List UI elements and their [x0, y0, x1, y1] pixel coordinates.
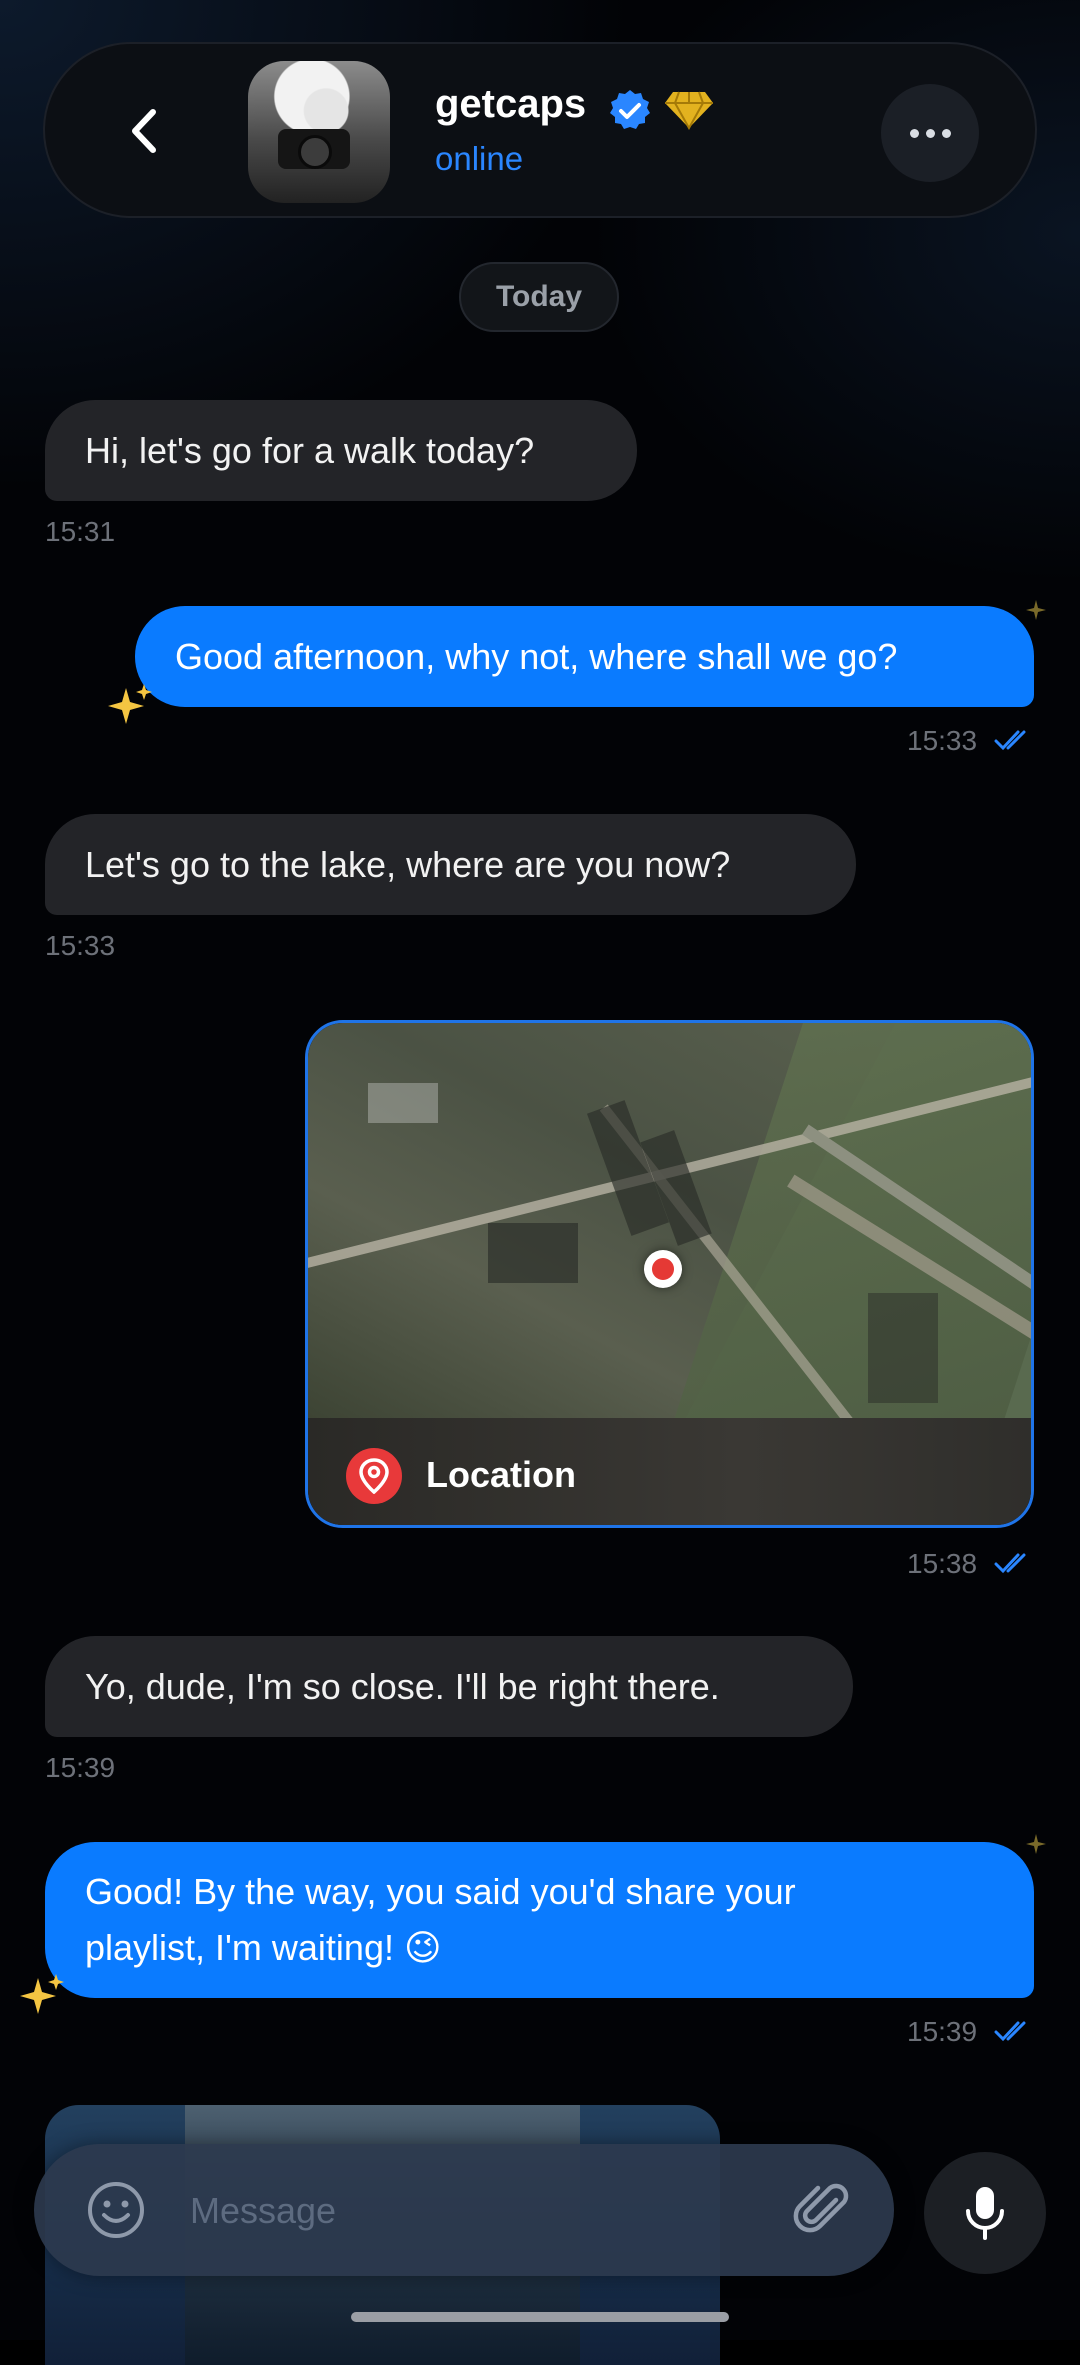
verified-badge-icon — [610, 90, 650, 129]
microphone-button[interactable] — [924, 2152, 1046, 2274]
contact-name[interactable]: getcaps — [435, 82, 586, 127]
message-composer — [34, 2144, 894, 2276]
message-text: Hi, let's go for a walk today? — [85, 429, 535, 471]
read-ticks-icon — [994, 730, 1026, 751]
paperclip-icon[interactable] — [792, 2180, 854, 2242]
sparkle-icon — [20, 1974, 64, 2014]
diamond-icon — [665, 91, 713, 130]
message-time: 15:38 — [907, 1548, 978, 1579]
message-bubble-incoming[interactable]: Let's go to the lake, where are you now? — [45, 814, 856, 915]
chevron-left-icon — [132, 109, 156, 153]
message-time: 15:33 — [45, 930, 116, 961]
sparkle-icon — [108, 684, 152, 724]
location-pin-icon — [346, 1448, 402, 1504]
home-indicator[interactable] — [351, 2312, 729, 2322]
map-thumbnail[interactable] — [308, 1023, 1031, 1442]
message-text-line: Good! By the way, you said you'd share y… — [85, 1871, 796, 1912]
read-ticks-icon — [994, 1553, 1026, 1574]
sparkle-icon — [1026, 600, 1046, 620]
more-options-button[interactable] — [881, 84, 979, 182]
read-ticks-icon — [994, 2021, 1026, 2042]
message-bubble-incoming[interactable]: Hi, let's go for a walk today? — [45, 400, 637, 501]
message-bubble-outgoing[interactable]: Good! By the way, you said you'd share y… — [45, 1842, 1034, 1998]
message-bubble-outgoing[interactable]: Good afternoon, why not, where shall we … — [135, 606, 1034, 707]
message-time: 15:33 — [907, 725, 978, 756]
message-time: 15:31 — [45, 516, 116, 547]
location-footer: Location — [308, 1418, 1031, 1525]
message-text: Yo, dude, I'm so close. I'll be right th… — [85, 1665, 720, 1707]
ellipsis-icon — [909, 128, 919, 138]
location-label: Location — [426, 1454, 576, 1495]
online-status: online — [435, 140, 524, 177]
back-button[interactable] — [105, 92, 183, 170]
emoji-icon[interactable] — [86, 2180, 146, 2240]
avatar[interactable] — [248, 61, 390, 203]
message-time: 15:39 — [907, 2016, 978, 2047]
message-text-line: playlist, I'm waiting! 😉 — [85, 1927, 442, 1968]
date-separator: Today — [459, 262, 619, 332]
message-text: Let's go to the lake, where are you now? — [85, 843, 731, 885]
message-bubble-incoming[interactable]: Yo, dude, I'm so close. I'll be right th… — [45, 1636, 853, 1737]
microphone-icon — [966, 2187, 1004, 2240]
message-time: 15:39 — [45, 1752, 116, 1783]
location-message[interactable]: Location — [305, 1020, 1034, 1528]
message-text: Good afternoon, why not, where shall we … — [175, 635, 898, 677]
location-pin-marker — [644, 1250, 682, 1288]
message-input[interactable] — [188, 2178, 792, 2244]
sparkle-icon — [1026, 1834, 1046, 1854]
chat-header: getcaps online — [43, 42, 1037, 218]
